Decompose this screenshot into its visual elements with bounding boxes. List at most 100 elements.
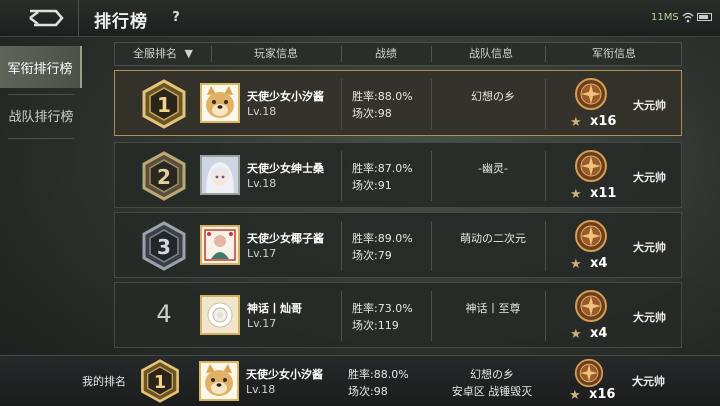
team-name: 萌动の二次元 — [460, 232, 526, 245]
row-divider — [431, 221, 432, 271]
my-player-name: 天使少女小汐酱 — [246, 368, 323, 381]
rank-sort-header[interactable]: 全服排名 ▼ — [123, 43, 203, 65]
player-name: 天使少女绅士桑 — [247, 162, 324, 175]
rank-badge-number: 3 — [157, 235, 171, 259]
medal-icon — [575, 150, 607, 182]
star-icon: ★ — [569, 388, 581, 403]
player-avatar[interactable] — [200, 295, 240, 335]
sort-down-icon: ▼ — [184, 47, 193, 60]
table-row[interactable]: 3 天使少女椰子酱 Lv.17 胜率:89.0% 场次:79 萌动の二次元 ★ … — [114, 212, 682, 278]
military-title: 大元帅 — [633, 171, 666, 184]
my-medal-count: x16 — [589, 387, 616, 402]
team-header: 战队信息 — [469, 47, 513, 60]
sidebar-item-team-leaderboard[interactable]: 战队排行榜 — [0, 94, 82, 136]
sidebar-item-label: 军衔排行榜 — [7, 61, 73, 77]
player-avatar[interactable] — [200, 83, 240, 123]
my-team-subtitle: 安卓区 战锤毁灭 — [451, 385, 533, 398]
table-row[interactable]: 2 天使少女绅士桑 Lv.18 胜率:87.0% 场次:91 -幽灵- ★ x1… — [114, 142, 682, 208]
page-title: 排行榜 — [94, 12, 148, 32]
anime-girl-avatar-icon — [202, 157, 238, 193]
record-header: 战绩 — [375, 47, 397, 60]
topbar-divider — [78, 0, 79, 36]
star-icon: ★ — [570, 187, 582, 202]
player-name: 神话丨灿哥 — [247, 302, 302, 315]
row-divider — [431, 291, 432, 341]
games-played: 场次:119 — [352, 319, 399, 332]
row-divider — [341, 221, 342, 271]
player-header: 玩家信息 — [254, 47, 298, 60]
player-level: Lv.18 — [247, 105, 277, 118]
games-played: 场次:98 — [352, 107, 392, 120]
win-rate: 胜率:73.0% — [352, 302, 413, 315]
help-icon[interactable]: ? — [168, 10, 184, 26]
sidebar: 军衔排行榜 战队排行榜 — [0, 36, 82, 405]
military-title: 大元帅 — [633, 241, 666, 254]
win-rate: 胜率:88.0% — [352, 90, 413, 103]
win-rate: 胜率:89.0% — [352, 232, 413, 245]
sidebar-divider — [8, 138, 74, 139]
gold-rank-badge-icon: 1 — [142, 79, 186, 129]
medal-icon — [574, 358, 604, 388]
table-row[interactable]: 1 天使少女小汐酱 Lv.18 胜率:88.0% 场次:98 幻想の乡 ★ x1… — [114, 70, 682, 136]
row-divider — [431, 79, 432, 129]
table-row[interactable]: 4 神话丨灿哥 Lv.17 胜率:73.0% 场次:119 神话丨至尊 ★ x4… — [114, 282, 682, 348]
my-team-name: 幻想の乡 — [470, 368, 514, 381]
medal-count: x4 — [590, 256, 608, 271]
my-player-level: Lv.18 — [246, 383, 276, 396]
medal-icon — [575, 220, 607, 252]
medal-icon — [575, 78, 607, 110]
row-divider — [545, 291, 546, 341]
my-rank-label: 我的排名 — [82, 375, 126, 388]
games-played: 场次:79 — [352, 249, 392, 262]
my-military-title: 大元帅 — [632, 375, 665, 388]
player-avatar[interactable] — [200, 225, 240, 265]
row-divider — [341, 79, 342, 129]
row-divider — [431, 151, 432, 201]
doge-avatar-icon — [201, 363, 237, 399]
star-icon: ★ — [570, 257, 582, 272]
star-icon: ★ — [570, 327, 582, 342]
bronze-rank-badge-icon: 3 — [142, 221, 186, 271]
rank-badge-number: 1 — [157, 93, 171, 117]
silver-rank-badge-icon: 2 — [142, 151, 186, 201]
rank-info-header: 军衔信息 — [592, 47, 636, 60]
battery-icon — [697, 13, 712, 21]
player-level: Lv.17 — [247, 317, 277, 330]
team-name: 神话丨至尊 — [465, 302, 521, 315]
row-divider — [545, 151, 546, 201]
my-win-rate: 胜率:88.0% — [348, 368, 409, 381]
player-level: Lv.18 — [247, 177, 277, 190]
team-name: 幻想の乡 — [471, 90, 515, 103]
back-icon — [29, 9, 64, 27]
rank-number: 4 — [156, 300, 172, 328]
row-divider — [545, 221, 546, 271]
medal-count: x11 — [590, 186, 617, 201]
row-divider — [545, 79, 546, 129]
rose-avatar-icon — [202, 297, 238, 333]
ping-readout: 11MS — [651, 12, 679, 23]
player-level: Lv.17 — [247, 247, 277, 260]
my-avatar[interactable] — [199, 361, 239, 401]
sidebar-item-rank-leaderboard[interactable]: 军衔排行榜 — [0, 46, 82, 88]
player-avatar[interactable] — [200, 155, 240, 195]
player-name: 天使少女小汐酱 — [247, 90, 324, 103]
medal-icon — [575, 290, 607, 322]
table-header: 全服排名 ▼ 玩家信息 战绩 战队信息 军衔信息 — [114, 42, 682, 66]
rank-badge-number: 2 — [157, 165, 171, 189]
military-title: 大元帅 — [633, 311, 666, 324]
back-button[interactable] — [24, 6, 68, 30]
gold-rank-badge-icon: 1 — [141, 359, 179, 403]
card-avatar-icon — [202, 227, 238, 263]
sidebar-item-label: 战队排行榜 — [8, 109, 74, 125]
medal-count: x4 — [590, 326, 608, 341]
military-title: 大元帅 — [633, 99, 666, 112]
medal-count: x16 — [590, 114, 617, 129]
row-divider — [341, 151, 342, 201]
my-games-played: 场次:98 — [348, 385, 388, 398]
wifi-icon — [682, 12, 694, 23]
games-played: 场次:91 — [352, 179, 392, 192]
rank-badge-number: 1 — [154, 373, 166, 393]
row-divider — [341, 291, 342, 341]
team-name: -幽灵- — [478, 162, 508, 175]
top-bar: 排行榜 ? 11MS — [0, 0, 720, 37]
